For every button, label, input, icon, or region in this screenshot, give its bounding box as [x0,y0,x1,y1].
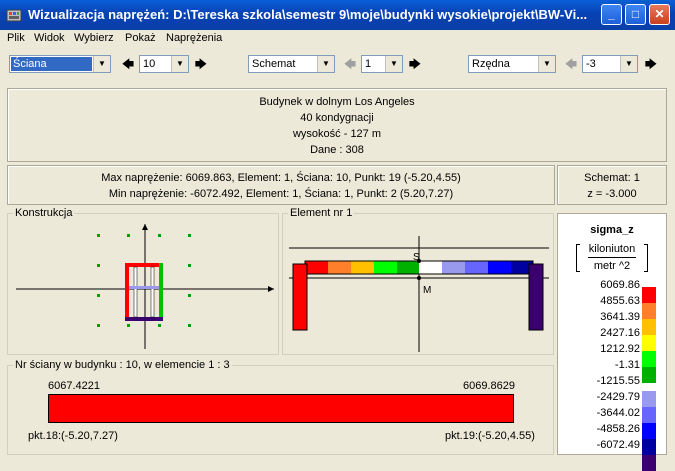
point-s-label: S [413,252,420,263]
legend-value: -1.31 [614,359,640,371]
next-element-button[interactable]: 🡆 [193,56,209,72]
construction-group: Konstrukcja [7,207,279,355]
legend-value: -2429.79 [596,391,640,403]
element-number-select[interactable]: 10 ▼ [139,55,189,73]
chevron-down-icon[interactable]: ▼ [317,56,334,72]
color-legend: sigma_z kiloniuton metr ^2 6069.86 4855.… [557,213,667,471]
arrow-left-icon: 🡄 [121,57,135,71]
arrow-left-icon: 🡄 [343,57,357,71]
chevron-down-icon[interactable]: ▼ [538,56,555,72]
menu-pokaz[interactable]: Pokaż [125,32,156,44]
point-m-marker [417,276,421,280]
menu-naprezenia[interactable]: Naprężenia [166,32,222,44]
app-icon [6,9,22,22]
building-height: wysokość - 127 m [292,128,382,140]
window-title: Wizualizacja naprężeń: D:\Tereska szkola… [28,7,588,22]
legend-swatch [642,335,656,351]
wall-left-value: 6067.4221 [48,380,100,392]
maximize-button[interactable]: □ [625,4,646,25]
construction-label: Konstrukcja [13,207,75,219]
schema-number-select[interactable]: 1 ▼ [361,55,403,73]
legend-value: -3644.02 [596,407,640,419]
max-stress: Max naprężenie: 6069.863, Element: 1, Śc… [101,172,461,184]
legend-value: 6069.86 [600,279,640,291]
core-walls [125,263,163,321]
wall-group: Nr ściany w budynku : 10, w elemencie 1 … [7,359,554,455]
element-diagram[interactable]: S M [283,214,553,354]
prev-schema-button[interactable]: 🡄 [342,56,358,72]
next-ordinate-button[interactable]: 🡆 [643,56,659,72]
arrow-right-icon: 🡆 [408,57,422,71]
view-mode-select[interactable]: Schemat ▼ [248,55,335,73]
legend-swatch [642,455,656,471]
chevron-down-icon[interactable]: ▼ [620,56,637,72]
arrow-left-icon: 🡄 [564,57,578,71]
legend-bracket-right [644,244,648,272]
ordinate-value-select[interactable]: -3 ▼ [582,55,638,73]
menu-wybierz[interactable]: Wybierz [74,32,114,44]
element-type-select[interactable]: Ściana ▼ [9,55,111,73]
schema-panel: Schemat: 1 z = -3.000 [557,165,667,205]
arrow-right-icon: 🡆 [644,57,658,71]
minimize-button[interactable]: _ [601,4,622,25]
legend-swatch [642,319,656,335]
wall-left-point: pkt.18:(-5.20,7.27) [28,430,118,442]
building-data: Dane : 308 [310,144,364,156]
menu-bar: Plik Widok Wybierz Pokaż Naprężenia [0,30,675,48]
next-schema-button[interactable]: 🡆 [407,56,423,72]
stress-extremes-panel: Max naprężenie: 6069.863, Element: 1, Śc… [7,165,555,205]
wall-stress-bar[interactable] [48,394,514,423]
legend-value: 1212.92 [600,343,640,355]
legend-value: -1215.55 [596,375,640,387]
menu-plik[interactable]: Plik [7,32,25,44]
wall-right-point: pkt.19:(-5.20,4.55) [445,430,535,442]
legend-swatch [642,439,656,455]
building-storeys: 40 kondygnacji [300,112,374,124]
legend-value: 3641.39 [600,311,640,323]
x-axis-arrow-icon [268,286,274,292]
point-m-label: M [423,285,431,296]
legend-swatch [642,303,656,319]
ordinate-select[interactable]: Rzędna ▼ [468,55,556,73]
wall-label: Nr ściany w budynku : 10, w elemencie 1 … [13,359,232,371]
prev-element-button[interactable]: 🡄 [120,56,136,72]
y-axis-arrow-icon [142,224,148,230]
legend-value: -6072.49 [596,439,640,451]
legend-value: 2427.16 [600,327,640,339]
legend-swatch [642,351,656,367]
legend-value: -4858.26 [596,423,640,435]
legend-title: sigma_z [590,224,634,236]
element-group: Element nr 1 S M [282,207,554,355]
menu-widok[interactable]: Widok [34,32,65,44]
legend-unit-bottom: metr ^2 [593,260,631,272]
legend-bracket-left [576,244,580,272]
min-stress: Min naprężenie: -6072.492, Element: 1, Ś… [108,188,454,200]
close-button[interactable]: ✕ [649,4,670,25]
wall-right-value: 6069.8629 [463,380,515,392]
close-icon: ✕ [654,7,665,21]
legend-swatch [642,391,656,407]
legend-swatch [642,407,656,423]
chevron-down-icon[interactable]: ▼ [171,56,188,72]
chevron-down-icon[interactable]: ▼ [385,56,402,72]
legend-unit-divider [588,257,636,258]
arrow-right-icon: 🡆 [194,57,208,71]
legend-swatch [642,367,656,383]
construction-plan[interactable] [8,214,278,354]
prev-ordinate-button[interactable]: 🡄 [563,56,579,72]
legend-unit-top: kiloniuton [588,243,636,255]
schema-value: Schemat: 1 [584,172,640,184]
chevron-down-icon[interactable]: ▼ [93,56,110,72]
column-grid [97,234,191,327]
legend-value: 4855.63 [600,295,640,307]
legend-swatch [642,287,656,303]
title-bar: Wizualizacja naprężeń: D:\Tereska szkola… [0,0,675,30]
element-label: Element nr 1 [288,207,355,219]
building-name: Budynek w dolnym Los Angeles [259,96,415,108]
building-info-panel: Budynek w dolnym Los Angeles 40 kondygna… [7,88,667,162]
maximize-icon: □ [631,7,640,21]
minimize-icon: _ [608,7,615,21]
z-value: z = -3.000 [587,188,637,200]
legend-swatch [642,423,656,439]
